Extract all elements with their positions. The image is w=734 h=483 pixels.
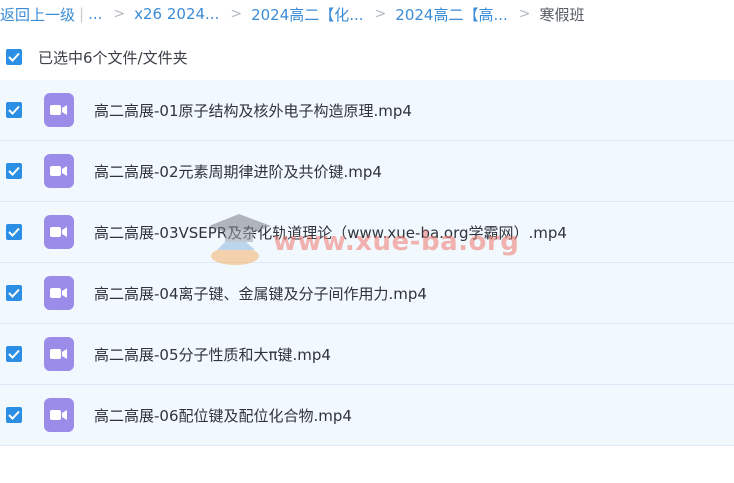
selection-count-label: 已选中6个文件/文件夹 (38, 48, 188, 67)
select-all-row: 已选中6个文件/文件夹 (0, 42, 734, 72)
file-name[interactable]: 高二高展-05分子性质和大π键.mp4 (94, 344, 331, 365)
file-row[interactable]: 高二高展-04离子键、金属键及分子间作用力.mp4 (0, 263, 734, 324)
check-icon (8, 166, 20, 176)
chevron-right-icon: > (518, 6, 531, 22)
file-checkbox[interactable] (6, 407, 22, 423)
chevron-right-icon: > (374, 6, 387, 22)
file-row[interactable]: 高二高展-05分子性质和大π键.mp4 (0, 324, 734, 385)
select-all-checkbox[interactable] (6, 49, 22, 65)
check-icon (8, 349, 20, 359)
video-file-icon (44, 398, 74, 432)
back-link[interactable]: 返回上一级 (0, 4, 75, 25)
check-icon (8, 410, 20, 420)
file-row[interactable]: 高二高展-06配位键及配位化合物.mp4 (0, 385, 734, 446)
file-row[interactable]: 高二高展-02元素周期律进阶及共价键.mp4 (0, 141, 734, 202)
video-file-icon (44, 215, 74, 249)
check-icon (8, 105, 20, 115)
file-checkbox[interactable] (6, 163, 22, 179)
breadcrumb-item-3[interactable]: 2024高二【高... (395, 4, 507, 25)
file-list: 高二高展-01原子结构及核外电子构造原理.mp4 高二高展-02元素周期律进阶及… (0, 80, 734, 446)
video-file-icon (44, 154, 74, 188)
breadcrumb: 返回上一级 | ... > x26 2024... > 2024高二【化... … (0, 0, 734, 28)
file-row[interactable]: 高二高展-03VSEPR及杂化轨道理论（www.xue-ba.org学霸网）.m… (0, 202, 734, 263)
video-file-icon (44, 276, 74, 310)
video-file-icon (44, 337, 74, 371)
file-checkbox[interactable] (6, 346, 22, 362)
file-name[interactable]: 高二高展-06配位键及配位化合物.mp4 (94, 405, 352, 426)
breadcrumb-ellipsis[interactable]: ... (88, 5, 102, 23)
check-icon (8, 227, 20, 237)
breadcrumb-divider: | (79, 5, 85, 23)
file-row[interactable]: 高二高展-01原子结构及核外电子构造原理.mp4 (0, 80, 734, 141)
breadcrumb-current: 寒假班 (539, 5, 585, 24)
file-name[interactable]: 高二高展-04离子键、金属键及分子间作用力.mp4 (94, 283, 427, 304)
file-name[interactable]: 高二高展-02元素周期律进阶及共价键.mp4 (94, 161, 382, 182)
breadcrumb-item-2[interactable]: 2024高二【化... (251, 4, 363, 25)
video-file-icon (44, 93, 74, 127)
breadcrumb-item-1[interactable]: x26 2024... (134, 5, 219, 23)
file-checkbox[interactable] (6, 224, 22, 240)
file-checkbox[interactable] (6, 102, 22, 118)
file-checkbox[interactable] (6, 285, 22, 301)
file-name[interactable]: 高二高展-03VSEPR及杂化轨道理论（www.xue-ba.org学霸网）.m… (94, 222, 567, 243)
check-icon (8, 52, 20, 62)
check-icon (8, 288, 20, 298)
chevron-right-icon: > (113, 6, 126, 22)
chevron-right-icon: > (230, 6, 243, 22)
file-name[interactable]: 高二高展-01原子结构及核外电子构造原理.mp4 (94, 100, 412, 121)
